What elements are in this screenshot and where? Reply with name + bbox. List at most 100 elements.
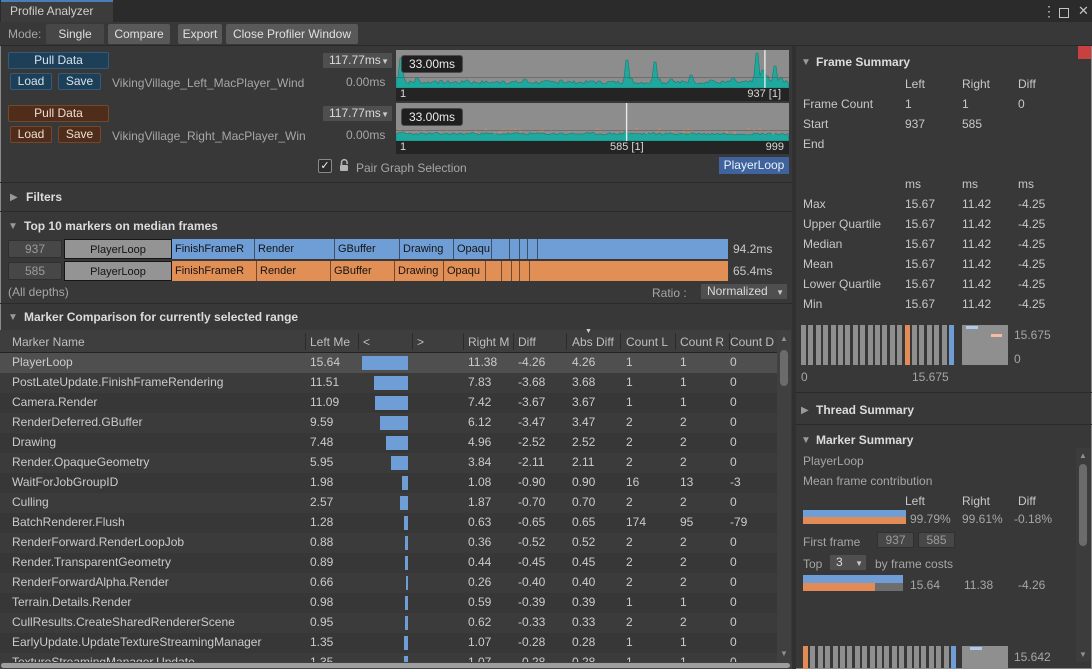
cost-left: 15.64 <box>910 578 940 592</box>
table-vscroll-thumb[interactable] <box>780 350 788 386</box>
col-right-median[interactable]: Right M <box>468 335 509 349</box>
col-left-bar[interactable]: < <box>363 335 370 349</box>
ratio-dropdown[interactable]: Normalized▼ <box>700 283 788 300</box>
top10-foldout-icon[interactable]: ▼ <box>8 221 18 232</box>
marker-segment[interactable] <box>520 261 530 281</box>
table-row[interactable]: Terrain.Details.Render0.980.59-0.390.391… <box>0 593 777 613</box>
col-count-right[interactable]: Count R <box>680 335 724 349</box>
marker-segment[interactable] <box>520 239 528 259</box>
marker-segment[interactable]: FinishFrameR <box>172 239 255 259</box>
load-left-button[interactable]: Load <box>10 73 52 90</box>
comparison-table-header[interactable]: Marker Name Left Me < > Right M Diff Abs… <box>0 330 777 353</box>
median-frame-bar[interactable]: PlayerLoopFinishFrameRRenderGBufferDrawi… <box>64 261 728 281</box>
marker-segment[interactable] <box>492 239 510 259</box>
mode-compare-button[interactable]: Compare <box>108 24 170 44</box>
save-left-button[interactable]: Save <box>58 73 101 90</box>
marker-segment[interactable]: PlayerLoop <box>64 239 172 259</box>
maximize-icon[interactable] <box>1059 6 1069 22</box>
table-row[interactable]: Drawing7.484.96-2.522.52220 <box>0 433 777 453</box>
marker-segment[interactable] <box>502 261 512 281</box>
marker-segment[interactable] <box>510 239 520 259</box>
right-yaxis-dropdown[interactable]: 117.77ms▼ <box>322 105 393 122</box>
scroll-down-icon[interactable]: ▼ <box>777 649 791 658</box>
table-row[interactable]: EarlyUpdate.UpdateTextureStreamingManage… <box>0 633 777 653</box>
col-count-left[interactable]: Count L <box>626 335 668 349</box>
menu-icon[interactable]: ⋮ <box>1042 3 1056 19</box>
pull-data-left-button[interactable]: Pull Data <box>8 52 109 69</box>
marker-segment[interactable]: Opaqu <box>454 239 492 259</box>
marker-segment[interactable]: Drawing <box>395 261 444 281</box>
table-row[interactable]: RenderForward.RenderLoopJob0.880.36-0.52… <box>0 533 777 553</box>
selected-marker-chip[interactable]: PlayerLoop <box>719 157 789 174</box>
table-row[interactable]: TextureStreamingManager.Update1.351.07-0… <box>0 653 777 662</box>
thread-summary-title[interactable]: Thread Summary <box>816 403 914 417</box>
table-row[interactable]: Render.TransparentGeometry0.890.44-0.450… <box>0 553 777 573</box>
marker-segment[interactable]: Render <box>257 261 331 281</box>
table-row[interactable]: BatchRenderer.Flush1.280.63-0.650.651749… <box>0 513 777 533</box>
table-row[interactable]: PostLateUpdate.FinishFrameRendering11.51… <box>0 373 777 393</box>
pull-data-right-button[interactable]: Pull Data <box>8 105 109 122</box>
median-frame-bar[interactable]: PlayerLoopFinishFrameRRenderGBufferDrawi… <box>64 239 728 259</box>
load-right-button[interactable]: Load <box>10 126 52 143</box>
ms-histogram[interactable] <box>803 646 958 669</box>
scroll-down-icon[interactable]: ▼ <box>1076 650 1090 659</box>
panel-scrollbar-top-thumb[interactable] <box>1078 46 1091 59</box>
col-abs-diff[interactable]: Abs Diff <box>572 335 614 349</box>
table-hscrollbar[interactable] <box>0 662 792 669</box>
frame-number-button[interactable]: 585 <box>8 262 62 280</box>
panel-vscroll-thumb[interactable] <box>1079 464 1087 546</box>
filters-foldout-icon[interactable]: ▶ <box>10 192 18 203</box>
mode-single-button[interactable]: Single <box>46 24 104 44</box>
filters-title[interactable]: Filters <box>26 190 62 204</box>
marker-segment[interactable]: PlayerLoop <box>64 261 172 281</box>
pair-graph-checkbox[interactable]: ✓ <box>318 159 332 173</box>
ms-boxplot[interactable] <box>962 646 1008 669</box>
marker-segment[interactable] <box>538 239 728 259</box>
table-row[interactable]: WaitForJobGroupID1.981.08-0.900.901613-3 <box>0 473 777 493</box>
frame-number-button[interactable]: 937 <box>8 240 62 258</box>
left-yaxis-dropdown[interactable]: 117.77ms▼ <box>322 52 393 69</box>
table-row[interactable]: RenderDeferred.GBuffer9.596.12-3.473.472… <box>0 413 777 433</box>
table-row[interactable]: Render.OpaqueGeometry5.953.84-2.112.1122… <box>0 453 777 473</box>
frame-summary-foldout-icon[interactable]: ▼ <box>801 57 811 68</box>
fs-histogram[interactable] <box>801 325 956 365</box>
save-right-button[interactable]: Save <box>58 126 101 143</box>
marker-segment[interactable]: Render <box>255 239 335 259</box>
scroll-up-icon[interactable]: ▲ <box>1076 451 1090 460</box>
table-row[interactable]: RenderForwardAlpha.Render0.660.26-0.400.… <box>0 573 777 593</box>
table-row[interactable]: PlayerLoop15.6411.38-4.264.26110 <box>0 353 777 373</box>
table-row[interactable]: CullResults.CreateSharedRendererScene0.9… <box>0 613 777 633</box>
col-marker-name[interactable]: Marker Name <box>12 335 85 349</box>
col-count-diff[interactable]: Count D <box>730 335 774 349</box>
col-diff[interactable]: Diff <box>518 335 536 349</box>
fs-boxplot[interactable] <box>962 325 1008 365</box>
marker-segment[interactable] <box>512 261 520 281</box>
table-row[interactable]: Culling2.571.87-0.700.70220 <box>0 493 777 513</box>
table-vscrollbar[interactable]: ▲ ▼ <box>777 330 791 662</box>
marker-summary-foldout-icon[interactable]: ▼ <box>801 435 811 446</box>
marker-segment[interactable] <box>528 239 538 259</box>
marker-segment[interactable]: Opaqu <box>444 261 486 281</box>
tab-profile-analyzer[interactable]: Profile Analyzer <box>1 0 113 22</box>
comparison-foldout-icon[interactable]: ▼ <box>8 312 18 323</box>
table-row[interactable]: Camera.Render11.097.42-3.673.67110 <box>0 393 777 413</box>
first-frame-right-button[interactable]: 585 <box>918 532 955 548</box>
marker-segment[interactable]: GBuffer <box>331 261 395 281</box>
thread-summary-foldout-icon[interactable]: ▶ <box>801 405 809 416</box>
marker-segment[interactable]: GBuffer <box>335 239 400 259</box>
export-button[interactable]: Export <box>178 24 222 44</box>
top-n-dropdown[interactable]: 3▼ <box>829 554 867 571</box>
unlock-icon[interactable] <box>338 158 350 176</box>
marker-segment[interactable]: FinishFrameR <box>172 261 257 281</box>
col-left-median[interactable]: Left Me <box>310 335 350 349</box>
scroll-up-icon[interactable]: ▲ <box>777 334 791 343</box>
marker-segment[interactable]: Drawing <box>400 239 454 259</box>
col-right-bar[interactable]: > <box>417 335 424 349</box>
close-icon[interactable]: ✕ <box>1078 3 1089 19</box>
panel-vscrollbar[interactable]: ▲ ▼ <box>1076 448 1090 662</box>
first-frame-left-button[interactable]: 937 <box>877 532 914 548</box>
table-hscroll-thumb[interactable] <box>1 663 790 668</box>
marker-segment[interactable] <box>486 261 502 281</box>
marker-segment[interactable] <box>530 261 728 281</box>
close-profiler-button[interactable]: Close Profiler Window <box>226 24 358 44</box>
